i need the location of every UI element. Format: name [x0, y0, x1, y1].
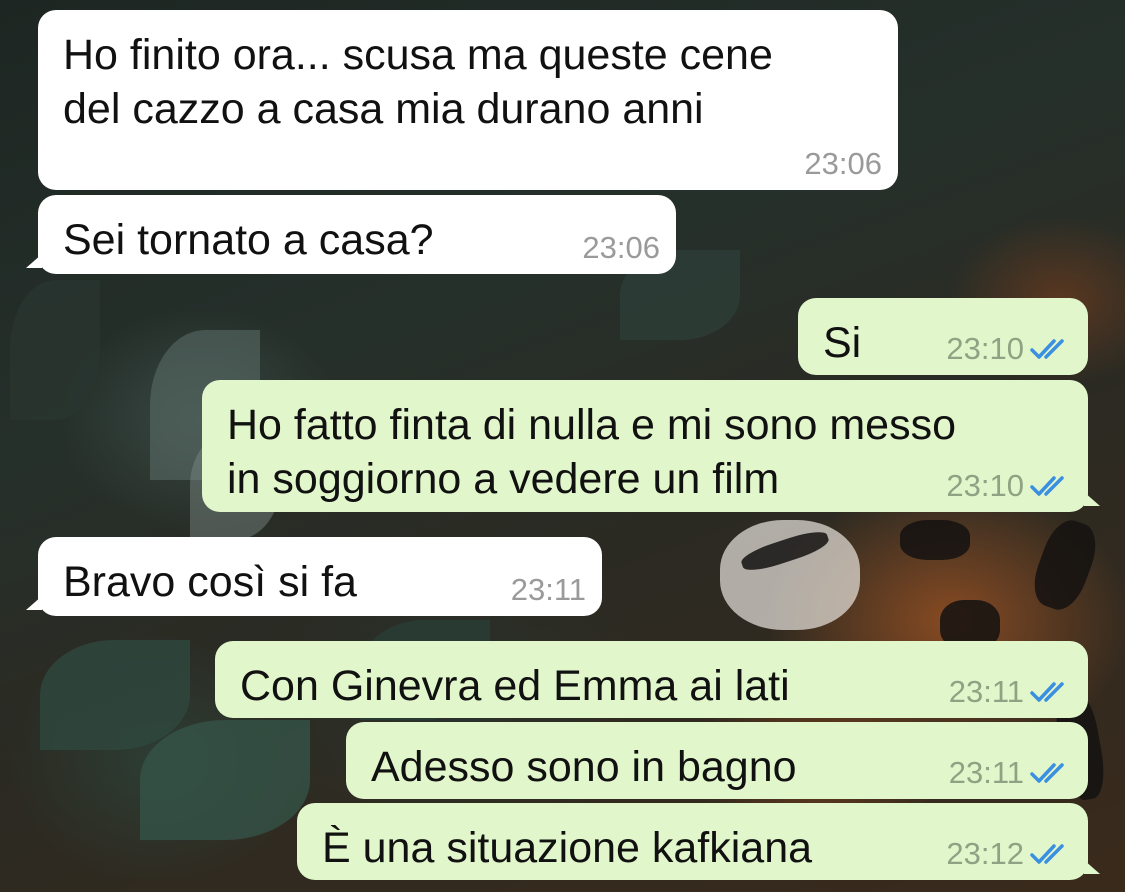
message-time: 23:06: [582, 230, 660, 265]
message-text: Bravo così si fa: [63, 558, 357, 606]
message-time: 23:11: [510, 572, 586, 607]
message-time: 23:06: [804, 146, 882, 181]
message-text-line: Ho fatto finta di nulla e mi sono messo: [227, 401, 956, 449]
outgoing-message[interactable]: È una situazione kafkiana 23:12: [297, 803, 1100, 880]
message-list: Ho finito ora... scusa ma queste cene de…: [0, 0, 1125, 892]
bubble-tail: [1084, 860, 1100, 874]
message-text-line: del cazzo a casa mia durano anni: [63, 85, 704, 133]
outgoing-message[interactable]: Si 23:10: [798, 298, 1088, 375]
message-meta: 23:11: [949, 674, 1072, 710]
message-meta: 23:11: [949, 755, 1072, 791]
message-meta: 23:10: [946, 331, 1072, 367]
outgoing-message[interactable]: Adesso sono in bagno 23:11: [346, 722, 1088, 799]
outgoing-message[interactable]: Con Ginevra ed Emma ai lati 23:11: [215, 641, 1088, 718]
message-time: 23:11: [948, 674, 1024, 709]
incoming-message[interactable]: Bravo così si fa 23:11: [26, 537, 602, 616]
double-check-read-icon: [1030, 680, 1072, 704]
message-meta: 23:06: [804, 146, 882, 182]
bubble-tail: [1084, 492, 1100, 506]
bubble-tail: [26, 596, 42, 610]
message-text-line: Ho finito ora... scusa ma queste cene: [63, 31, 773, 79]
double-check-read-icon: [1030, 474, 1072, 498]
double-check-read-icon: [1030, 842, 1072, 866]
message-time: 23:12: [946, 836, 1024, 871]
message-meta: 23:11: [511, 572, 586, 608]
incoming-message[interactable]: Sei tornato a casa? 23:06: [26, 195, 676, 274]
message-text: Con Ginevra ed Emma ai lati: [240, 662, 790, 710]
outgoing-message[interactable]: Ho fatto finta di nulla e mi sono messo …: [202, 380, 1100, 512]
message-time: 23:11: [948, 755, 1024, 790]
message-meta: 23:10: [946, 468, 1072, 504]
message-text: Sei tornato a casa?: [63, 216, 434, 264]
double-check-read-icon: [1030, 761, 1072, 785]
message-text-line: in soggiorno a vedere un film: [227, 455, 780, 503]
double-check-read-icon: [1030, 337, 1072, 361]
bubble-tail: [26, 254, 42, 268]
message-meta: 23:06: [582, 230, 660, 266]
incoming-message[interactable]: Ho finito ora... scusa ma queste cene de…: [38, 10, 898, 190]
message-meta: 23:12: [946, 836, 1072, 872]
message-time: 23:10: [946, 468, 1024, 503]
message-time: 23:10: [946, 331, 1024, 366]
